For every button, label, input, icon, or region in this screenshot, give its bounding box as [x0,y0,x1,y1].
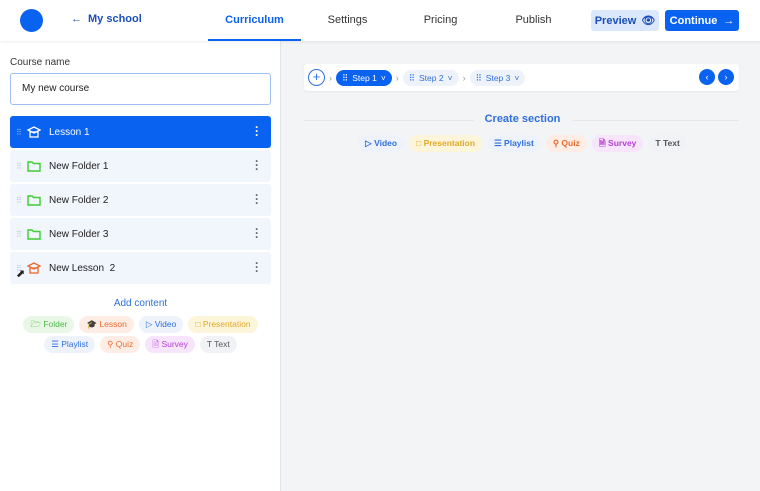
scroll-right-button[interactable]: › [718,69,734,85]
add-folder-chip[interactable]: 🗁 Folder [23,316,75,333]
chip-label: Presentation [423,138,476,148]
section-survey-chip[interactable]: 🗎 Survey [591,135,644,152]
chip-label: Quiz [561,138,580,148]
curriculum-sidebar: Course name My new course ⠿ Lesson 1 · · · ⠿… [0,41,281,491]
step-3-tab[interactable]: ⠿ Step 3 ˅ [469,69,526,86]
drag-handle-icon: ⠿ [342,72,349,83]
more-options-icon[interactable]: · · · [255,155,259,175]
create-section-label[interactable]: Create section [300,113,745,125]
content-list: ⠿ Lesson 1 · · · ⠿ New Folder 1 · · · ⠿ New Folde… [10,116,271,286]
section-playlist-chip[interactable]: ☰ Playlist [487,135,541,152]
step-1-tab[interactable]: ⠿ Step 1 ˅ [336,69,392,86]
lesson-icon [27,262,41,274]
tab-settings[interactable]: Settings [301,0,394,41]
chip-label: Text [662,138,680,148]
item-label: New Folder 3 [49,228,109,240]
chevron-down-icon[interactable]: ˅ [381,70,386,86]
drag-handle-icon: ⠿ [475,72,482,83]
arrow-right-icon: → [723,14,735,27]
chip-label: Folder [43,319,68,329]
chip-label: Text [214,339,230,349]
top-bar: ← My school Curriculum Settings Pricing P… [0,0,760,41]
add-chips-row-2: ☰ Playlist ⚲ Quiz 🗎 Survey T Text [0,336,281,353]
add-chips-row-1: 🗁 Folder 🎓 Lesson ▷ Video □ Presentation [0,316,281,333]
section-text-chip[interactable]: T Text [648,135,687,152]
section-presentation-chip[interactable]: □ Presentation [409,135,483,152]
continue-label: Continue [669,14,718,27]
add-text-chip[interactable]: T Text [199,336,237,353]
tab-publish[interactable]: Publish [487,0,580,41]
step-label: Step 3 [485,72,511,83]
chip-label: Playlist [504,138,534,148]
chevron-down-icon[interactable]: ˅ [448,70,453,86]
section-chips: ▷ Video □ Presentation ☰ Playlist ⚲ Quiz… [300,135,745,152]
more-options-icon[interactable]: · · · [255,257,259,277]
drag-handle-icon[interactable]: ⠿ [16,128,22,137]
add-content-label[interactable]: Add content [0,298,281,309]
course-name-label: Course name [10,57,71,68]
drag-handle-icon[interactable]: ⠿ [16,196,22,205]
folder-icon [27,228,41,240]
more-options-icon[interactable]: · · · [255,121,259,141]
add-quiz-chip[interactable]: ⚲ Quiz [100,336,141,353]
course-name-input[interactable]: My new course [10,73,271,105]
scroll-left-button[interactable]: ‹ [699,69,715,85]
step-bar: + › ⠿ Step 1 ˅ › ⠿ Step 2 ˅ › ⠿ Step 3 ˅ ‹ › [304,64,739,91]
tab-curriculum[interactable]: Curriculum [208,0,301,41]
tabs: Curriculum Settings Pricing Publish [208,0,580,41]
mouse-cursor-icon: ⬈ [16,268,26,280]
preview-label: Preview [594,14,637,27]
chip-label: Survey [608,138,637,148]
logo[interactable] [20,9,43,32]
eye-icon: 👁 [641,15,656,27]
chip-label: Survey [161,339,188,349]
add-presentation-chip[interactable]: □ Presentation [188,316,258,333]
item-label: New Folder 2 [49,194,109,206]
back-label: My school [88,13,142,25]
chevron-right-icon: › [395,72,399,83]
chip-label: Video [154,319,177,329]
list-item[interactable]: ⠿ New Lesson 2 · · · [10,252,271,284]
add-playlist-chip[interactable]: ☰ Playlist [44,336,96,353]
section-quiz-chip[interactable]: ⚲ Quiz [545,135,587,152]
preview-button[interactable]: Preview 👁 [591,10,659,31]
continue-button[interactable]: Continue → [665,10,739,31]
item-label: New Lesson 2 [49,262,116,274]
chip-label: Video [374,138,398,148]
chip-label: Lesson [99,319,127,329]
folder-icon [27,194,41,206]
add-survey-chip[interactable]: 🗎 Survey [145,336,195,353]
add-step-button[interactable]: + [308,69,325,86]
item-label: New Folder 1 [49,160,109,172]
folder-icon [27,160,41,172]
drag-handle-icon: ⠿ [408,72,416,83]
item-label: Lesson 1 [49,126,90,138]
list-item[interactable]: ⠿ New Folder 2 · · · [10,184,271,216]
step-label: Step 2 [419,72,444,83]
list-item[interactable]: ⠿ Lesson 1 · · · [10,116,271,148]
chevron-down-icon[interactable]: ˅ [514,70,519,86]
more-options-icon[interactable]: · · · [255,189,259,209]
back-to-school-link[interactable]: ← My school [71,13,142,25]
more-options-icon[interactable]: · · · [255,223,259,243]
chip-label: Presentation [202,319,251,329]
add-lesson-chip[interactable]: 🎓 Lesson [79,316,134,333]
add-video-chip[interactable]: ▷ Video [138,316,184,333]
section-video-chip[interactable]: ▷ Video [358,135,405,152]
list-item[interactable]: ⠿ New Folder 1 · · · [10,150,271,182]
arrow-left-icon: ← [71,13,82,25]
drag-handle-icon[interactable]: ⠿ [16,230,22,239]
list-item[interactable]: ⠿ New Folder 3 · · · [10,218,271,250]
chip-label: Quiz [115,339,134,349]
step-2-tab[interactable]: ⠿ Step 2 ˅ [402,69,459,86]
lesson-icon [27,126,41,138]
chip-label: Playlist [61,339,89,349]
drag-handle-icon[interactable]: ⠿ [16,162,22,171]
step-label: Step 1 [352,72,377,83]
tab-pricing[interactable]: Pricing [394,0,487,41]
chevron-right-icon: › [462,72,466,83]
chevron-right-icon: › [329,72,332,83]
